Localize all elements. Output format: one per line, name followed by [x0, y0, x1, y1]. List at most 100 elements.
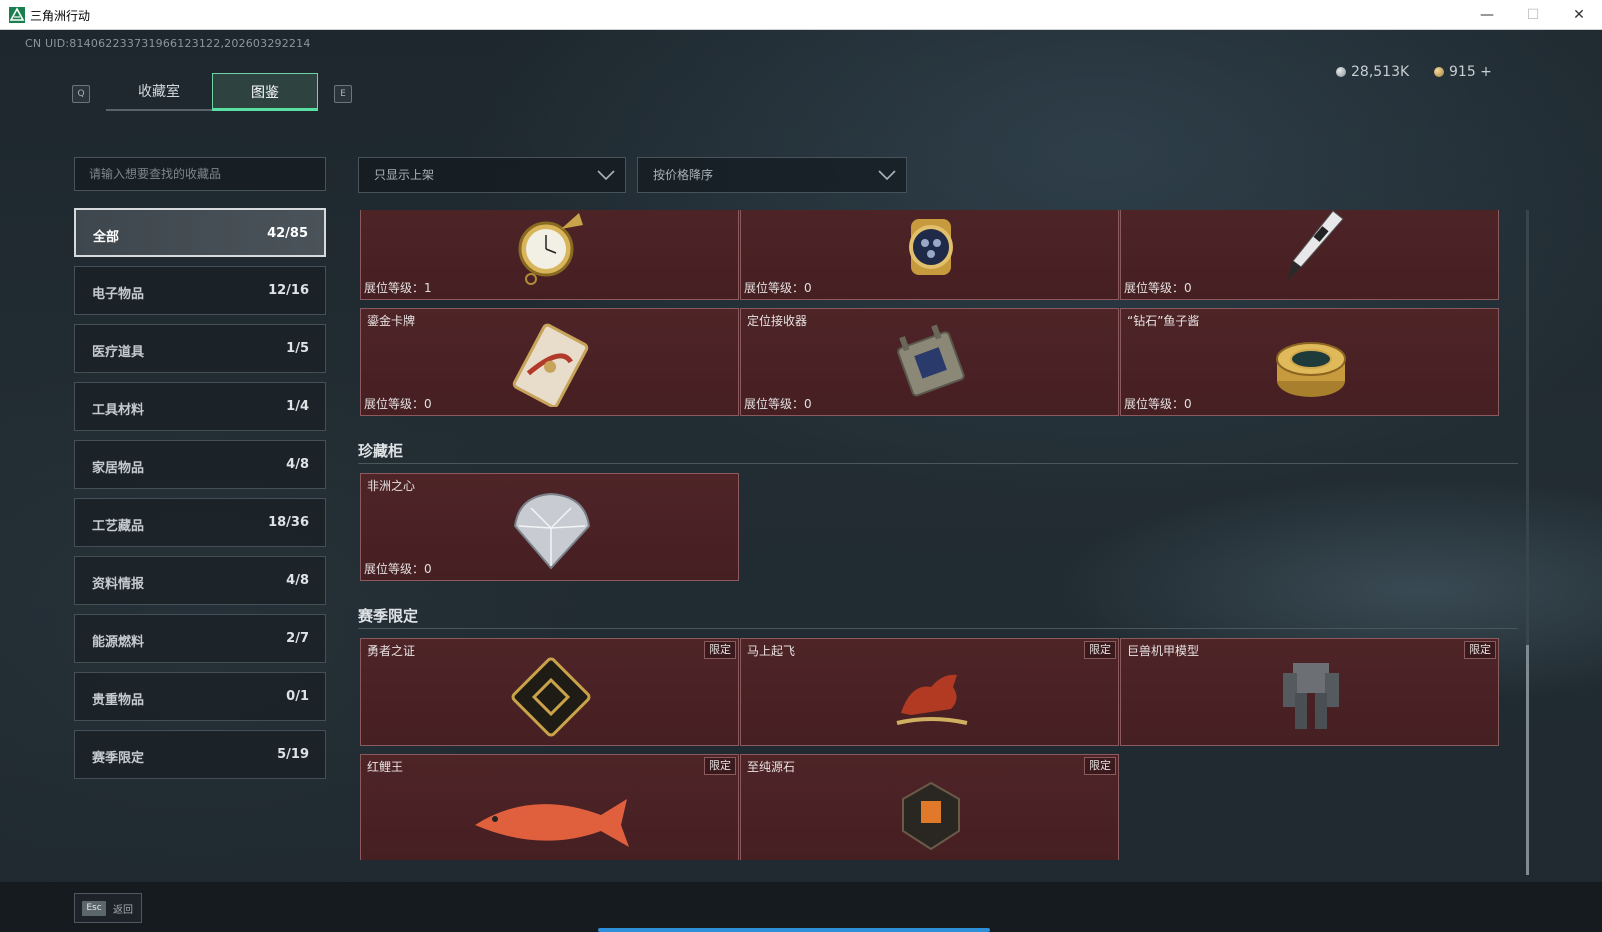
- category-count: 2/7: [286, 631, 309, 646]
- section-divider: [358, 628, 1518, 629]
- tab-codex[interactable]: 图鉴: [212, 73, 318, 111]
- loading-progress-bar: [598, 928, 990, 932]
- collection-card[interactable]: “钻石”鱼子酱 展位等级：0: [1120, 308, 1499, 416]
- section-divider: [358, 463, 1518, 464]
- category-energy[interactable]: 能源燃料 2/7: [74, 614, 326, 663]
- card-name: 非洲之心: [367, 479, 416, 493]
- card-name: 马上起飞: [747, 644, 796, 658]
- window-titlebar: 三角洲行动 — ☐ ✕: [0, 0, 1602, 30]
- sort-value: 按价格降序: [653, 168, 714, 182]
- collection-card[interactable]: 马上起飞 限定: [740, 638, 1119, 746]
- category-valuables[interactable]: 贵重物品 0/1: [74, 672, 326, 721]
- category-all[interactable]: 全部 42/85: [74, 208, 326, 257]
- game-viewport: CN UID:814062233731966123122,20260329221…: [0, 30, 1602, 932]
- source-stone-icon: [881, 769, 981, 853]
- card-level: 展位等级：0: [1124, 281, 1192, 295]
- category-electronics[interactable]: 电子物品 12/16: [74, 266, 326, 315]
- sort-dropdown[interactable]: 按价格降序: [637, 157, 907, 193]
- category-count: 5/19: [277, 747, 309, 762]
- category-medical[interactable]: 医疗道具 1/5: [74, 324, 326, 373]
- category-intel[interactable]: 资料情报 4/8: [74, 556, 326, 605]
- limited-badge: 限定: [704, 641, 736, 659]
- category-count: 0/1: [286, 689, 309, 704]
- esc-key-hint: Esc: [82, 901, 106, 916]
- gold-wristwatch-icon: [881, 210, 981, 289]
- collection-card[interactable]: 巨兽机甲模型 限定: [1120, 638, 1499, 746]
- mech-model-icon: [1261, 653, 1361, 737]
- tab-collection-room[interactable]: 收藏室: [106, 73, 212, 111]
- card-level: 展位等级：0: [744, 281, 812, 295]
- card-level: 展位等级：0: [744, 397, 812, 411]
- collection-card[interactable]: 非洲之心 展位等级：0: [360, 473, 739, 581]
- category-label: 能源燃料: [92, 635, 145, 650]
- collection-card[interactable]: 勇者之证 限定: [360, 638, 739, 746]
- collection-card[interactable]: 展位等级：0: [740, 210, 1119, 300]
- category-tools[interactable]: 工具材料 1/4: [74, 382, 326, 431]
- limited-badge: 限定: [1464, 641, 1496, 659]
- red-horse-statue-icon: [881, 653, 981, 737]
- collection-card[interactable]: 红鲤王 限定: [360, 754, 739, 860]
- limited-badge: 限定: [1084, 641, 1116, 659]
- gold-amount: 915 +: [1449, 64, 1492, 80]
- gold-currency[interactable]: 915 +: [1434, 64, 1492, 80]
- red-carp-icon: [461, 769, 641, 853]
- scrollbar-thumb[interactable]: [1526, 645, 1529, 875]
- close-button[interactable]: ✕: [1556, 0, 1602, 30]
- silver-amount: 28,513K: [1351, 64, 1410, 80]
- back-button[interactable]: Esc 返回: [74, 893, 142, 923]
- category-count: 1/5: [286, 341, 309, 356]
- limited-badge: 限定: [1084, 757, 1116, 775]
- section-title-treasure: 珍藏柜: [358, 442, 404, 460]
- bottom-bar: [0, 882, 1602, 932]
- collection-grid: 展位等级：1 展位等级：0 展位等级：0 鎏金卡牌 展位等级：0 定位接收器 展…: [358, 210, 1530, 860]
- card-name: 巨兽机甲模型: [1127, 644, 1200, 658]
- gilded-card-icon: [501, 323, 601, 407]
- card-name: “钻石”鱼子酱: [1127, 314, 1200, 328]
- category-label: 医疗道具: [92, 345, 145, 360]
- category-season-limited[interactable]: 赛季限定 5/19: [74, 730, 326, 779]
- limited-badge: 限定: [704, 757, 736, 775]
- category-household[interactable]: 家居物品 4/8: [74, 440, 326, 489]
- chevron-down-icon: [878, 170, 896, 181]
- category-label: 工艺藏品: [92, 519, 145, 534]
- player-uid: CN UID:814062233731966123122,20260329221…: [25, 37, 311, 50]
- card-level: 展位等级：0: [1124, 397, 1192, 411]
- minimize-button[interactable]: —: [1464, 0, 1510, 30]
- card-name: 勇者之证: [367, 644, 416, 658]
- category-count: 4/8: [286, 573, 309, 588]
- collection-card[interactable]: 鎏金卡牌 展位等级：0: [360, 308, 739, 416]
- category-count: 12/16: [268, 283, 309, 298]
- card-level: 展位等级：0: [364, 397, 432, 411]
- silver-coin-icon: [1336, 67, 1346, 77]
- gold-coin-icon: [1434, 67, 1444, 77]
- category-label: 赛季限定: [92, 751, 145, 766]
- category-crafts[interactable]: 工艺藏品 18/36: [74, 498, 326, 547]
- collection-search-input[interactable]: 请输入想要查找的收藏品: [74, 157, 326, 191]
- collection-card[interactable]: 展位等级：0: [1120, 210, 1499, 300]
- category-label: 全部: [93, 230, 120, 245]
- category-count: 4/8: [286, 457, 309, 472]
- category-count: 1/4: [286, 399, 309, 414]
- category-label: 贵重物品: [92, 693, 145, 708]
- card-level: 展位等级：1: [364, 281, 432, 295]
- caviar-tin-icon: [1261, 323, 1361, 407]
- card-name: 至纯源石: [747, 760, 796, 774]
- maximize-button[interactable]: ☐: [1510, 0, 1556, 30]
- shelf-filter-dropdown[interactable]: 只显示上架: [358, 157, 626, 193]
- shelf-filter-value: 只显示上架: [374, 168, 435, 182]
- brave-card-icon: [501, 653, 601, 737]
- card-level: 展位等级：0: [364, 562, 432, 576]
- chevron-down-icon: [597, 170, 615, 181]
- card-name: 定位接收器: [747, 314, 808, 328]
- pocket-watch-icon: [501, 210, 601, 289]
- silver-currency: 28,513K: [1336, 64, 1409, 80]
- collection-card[interactable]: 定位接收器 展位等级：0: [740, 308, 1119, 416]
- collection-card[interactable]: 至纯源石 限定: [740, 754, 1119, 860]
- collection-card[interactable]: 展位等级：1: [360, 210, 739, 300]
- window-title: 三角洲行动: [30, 9, 91, 23]
- section-title-season: 赛季限定: [358, 607, 419, 625]
- category-label: 家居物品: [92, 461, 145, 476]
- card-name: 鎏金卡牌: [367, 314, 416, 328]
- tab-right-key-hint: E: [334, 85, 352, 103]
- card-name: 红鲤王: [367, 760, 404, 774]
